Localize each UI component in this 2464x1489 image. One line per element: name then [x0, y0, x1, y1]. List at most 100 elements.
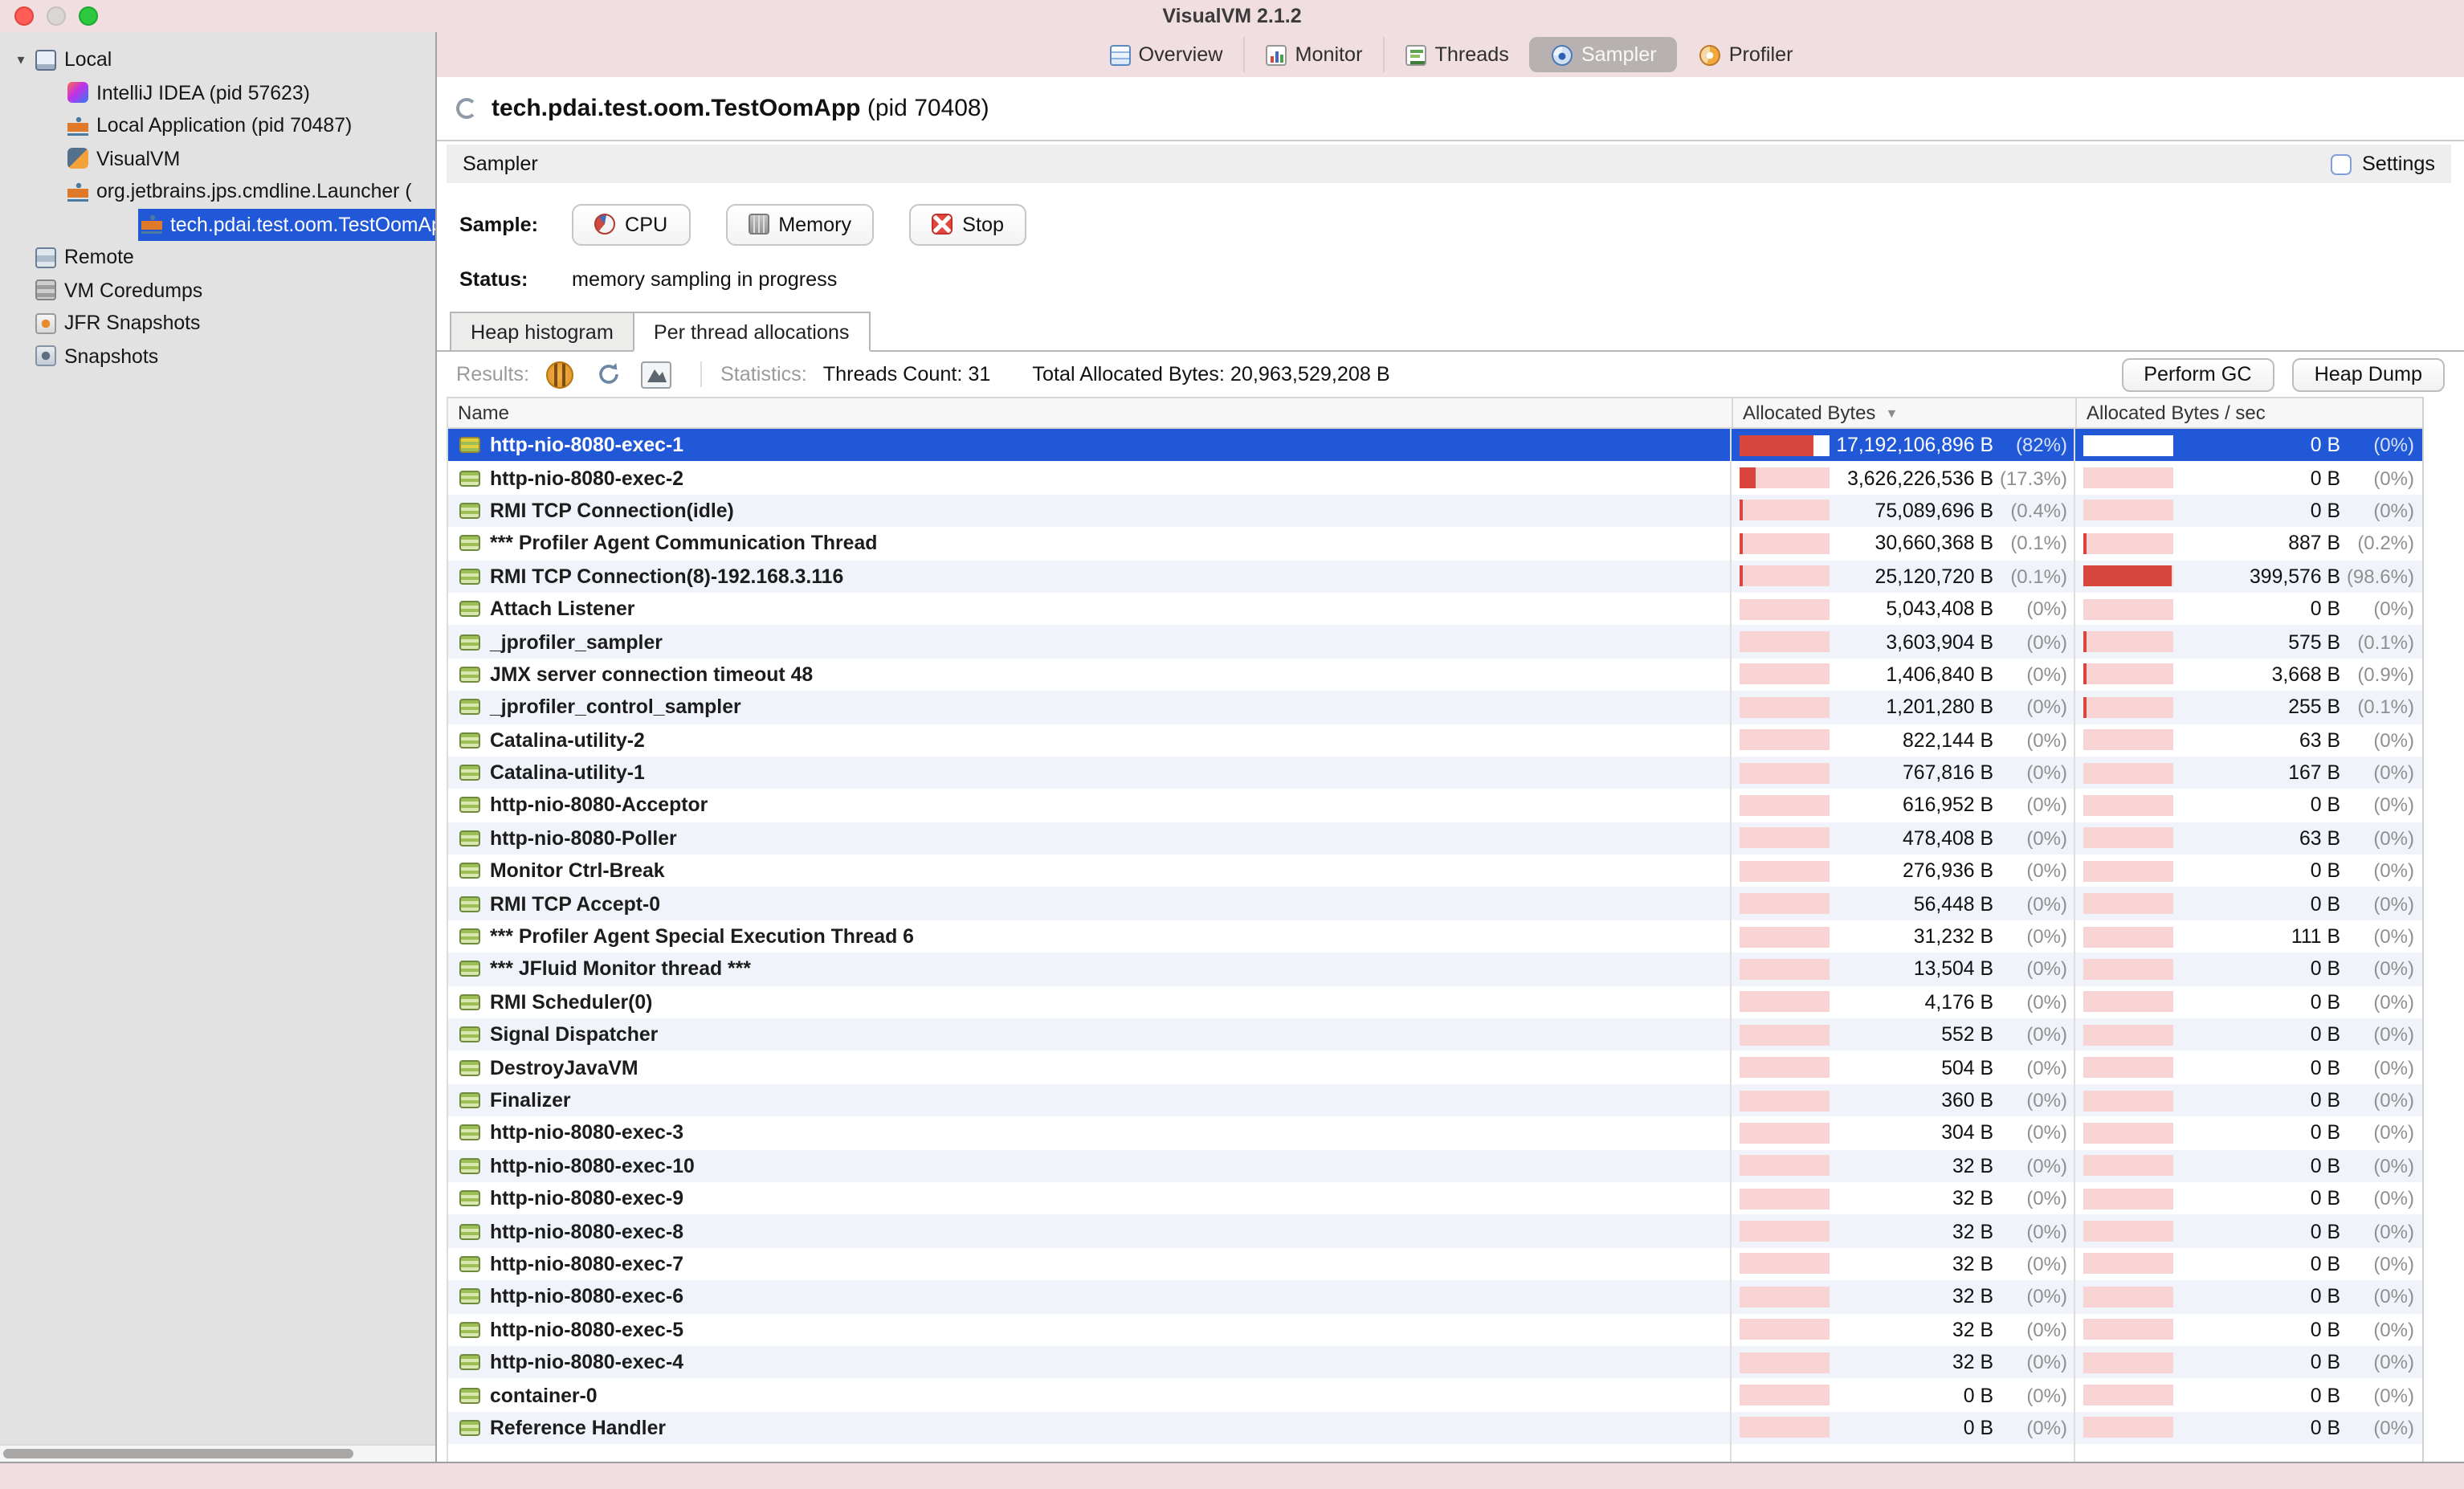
view-tab[interactable]: Monitor	[1243, 37, 1383, 72]
sidebar-item[interactable]: VisualVM	[0, 142, 435, 175]
thread-icon	[459, 1158, 480, 1174]
tree-item-body[interactable]: tech.pdai.test.oom.TestOomApp (pi	[138, 209, 437, 241]
table-header: Name Allocated Bytes ▼ Allocated Bytes /…	[448, 397, 2422, 429]
table-row[interactable]: Attach Listener 5,043,408 B (0%)	[448, 593, 2422, 626]
column-header-name[interactable]: Name	[448, 398, 1732, 427]
sidebar-item[interactable]: org.jetbrains.jps.cmdline.Launcher (	[0, 175, 435, 208]
sidebar-item[interactable]: Local Application (pid 70487)	[0, 109, 435, 142]
table-row[interactable]: Reference Handler 0 B (0%)	[448, 1411, 2422, 1444]
tree-item-body[interactable]: IntelliJ IDEA (pid 57623)	[64, 77, 318, 109]
tree-item-body[interactable]: Snapshots	[32, 341, 166, 373]
table-row[interactable]: *** Profiler Agent Communication Thread …	[448, 527, 2422, 560]
settings-group[interactable]: Settings	[2331, 153, 2435, 175]
heap-dump-button[interactable]: Heap Dump	[2292, 357, 2445, 391]
sidebar-item[interactable]: IntelliJ IDEA (pid 57623)	[0, 76, 435, 109]
allocated-bytes-percent: (0%)	[1993, 1253, 2067, 1275]
sidebar-item[interactable]: VM Coredumps	[0, 274, 435, 307]
thread-name: container-0	[490, 1384, 598, 1406]
table-row[interactable]: *** Profiler Agent Special Execution Thr…	[448, 920, 2422, 953]
table-row[interactable]: Finalizer 360 B (0%)	[448, 1084, 2422, 1117]
allocated-bytes-percent: (0%)	[1993, 860, 2067, 883]
table-row[interactable]: _jprofiler_control_sampler 1,201,280 B (…	[448, 691, 2422, 724]
thread-name-cell: http-nio-8080-exec-10	[448, 1155, 1732, 1177]
table-row[interactable]: http-nio-8080-Poller 478,408 B (0%)	[448, 822, 2422, 855]
view-tab[interactable]: Threads	[1383, 37, 1529, 72]
allocated-bytes-bar	[1740, 533, 1830, 554]
view-tab[interactable]: Profiler	[1678, 37, 1814, 72]
minimize-button[interactable]	[47, 6, 66, 26]
thread-name-cell: _jprofiler_sampler	[448, 630, 1732, 653]
tree-item-body[interactable]: Local	[32, 44, 120, 76]
refresh-results-button[interactable]	[590, 357, 626, 392]
table-row[interactable]: *** JFluid Monitor thread *** 13,504 B (…	[448, 953, 2422, 986]
tree-item-body[interactable]: JFR Snapshots	[32, 308, 208, 340]
table-row[interactable]: http-nio-8080-exec-5 32 B (0%)	[448, 1313, 2422, 1346]
table-row[interactable]: RMI TCP Accept-0 56,448 B (0%)	[448, 887, 2422, 920]
allocated-bytes-cell: 616,952 B (0%)	[1732, 794, 2075, 817]
table-row[interactable]: _jprofiler_sampler 3,603,904 B (0%)	[448, 626, 2422, 659]
sidebar-item[interactable]: Snapshots	[0, 340, 435, 373]
close-button[interactable]	[14, 6, 34, 26]
table-row[interactable]: Catalina-utility-1 767,816 B (0%)	[448, 757, 2422, 789]
perform-gc-button[interactable]: Perform GC	[2121, 357, 2274, 391]
table-row[interactable]: Catalina-utility-2 822,144 B (0%)	[448, 724, 2422, 757]
table-row[interactable]: http-nio-8080-exec-6 32 B (0%)	[448, 1280, 2422, 1313]
allocated-bytes-bar-fill	[1740, 566, 1742, 587]
table-row[interactable]: http-nio-8080-exec-4 32 B (0%)	[448, 1346, 2422, 1379]
zoom-button[interactable]	[79, 6, 98, 26]
thread-name: Catalina-utility-1	[490, 761, 645, 784]
table-row[interactable]: RMI Scheduler(0) 4,176 B (0%)	[448, 985, 2422, 1018]
table-row[interactable]: JMX server connection timeout 48 1,406,8…	[448, 658, 2422, 691]
cpu-sample-button[interactable]: CPU	[572, 203, 690, 245]
table-row[interactable]: http-nio-8080-exec-3 304 B (0%)	[448, 1116, 2422, 1149]
allocated-bytes-bar	[1740, 926, 1830, 947]
view-tab[interactable]: Sampler	[1530, 37, 1678, 72]
tree-expander-icon[interactable]: ▾	[10, 51, 32, 69]
table-row[interactable]: http-nio-8080-exec-7 32 B (0%)	[448, 1248, 2422, 1281]
results-subtab[interactable]: Per thread allocations	[633, 312, 871, 352]
pause-results-button[interactable]	[542, 357, 577, 392]
settings-checkbox[interactable]	[2331, 153, 2352, 174]
allocated-bytes-sec-cell: 0 B (0%)	[2075, 1286, 2422, 1308]
allocated-bytes-sec-percent: (0%)	[2340, 958, 2414, 981]
tree-item-body[interactable]: Local Application (pid 70487)	[64, 110, 360, 142]
sidebar-horizontal-scrollbar[interactable]	[0, 1444, 435, 1462]
table-row[interactable]: http-nio-8080-exec-2 3,626,226,536 B (17…	[448, 462, 2422, 495]
allocated-bytes-sec-percent: (0%)	[2340, 434, 2414, 456]
snapshot-glyph	[647, 366, 666, 382]
allocated-bytes-sec-percent: (0%)	[2340, 1023, 2414, 1046]
tree-item-body[interactable]: VisualVM	[64, 143, 188, 175]
table-row[interactable]: RMI TCP Connection(8)-192.168.3.116 25,1…	[448, 560, 2422, 593]
column-header-allocated-bytes[interactable]: Allocated Bytes ▼	[1732, 398, 2075, 427]
thread-icon	[459, 1354, 480, 1370]
tree-item-body[interactable]: org.jetbrains.jps.cmdline.Launcher (	[64, 176, 420, 208]
snapshot-results-button[interactable]	[638, 357, 674, 392]
table-row[interactable]: Signal Dispatcher 552 B (0%)	[448, 1018, 2422, 1051]
memory-sample-button[interactable]: Memory	[725, 203, 874, 245]
allocated-bytes-sec-bar	[2083, 893, 2173, 914]
sidebar-item[interactable]: ▾ Local	[0, 43, 435, 76]
table-row[interactable]: DestroyJavaVM 504 B (0%)	[448, 1051, 2422, 1084]
table-row[interactable]: Monitor Ctrl-Break 276,936 B (0%)	[448, 855, 2422, 887]
sidebar-item[interactable]: tech.pdai.test.oom.TestOomApp (pi	[0, 208, 435, 241]
view-tab-strip: Overview Monitor Threads	[437, 32, 2464, 77]
allocated-bytes-sec-cell: 0 B (0%)	[2075, 1056, 2422, 1079]
sidebar-item[interactable]: JFR Snapshots	[0, 307, 435, 340]
table-row[interactable]: http-nio-8080-exec-9 32 B (0%)	[448, 1182, 2422, 1215]
results-subtab[interactable]: Heap histogram	[450, 312, 634, 350]
table-row[interactable]: http-nio-8080-exec-8 32 B (0%)	[448, 1215, 2422, 1248]
column-header-allocated-bytes-sec[interactable]: Allocated Bytes / sec	[2075, 398, 2422, 427]
table-row[interactable]: RMI TCP Connection(idle) 75,089,696 B (0…	[448, 495, 2422, 528]
sidebar-item[interactable]: Remote	[0, 241, 435, 274]
table-row[interactable]: http-nio-8080-exec-1 17,192,106,896 B (8…	[448, 429, 2422, 462]
table-row[interactable]: container-0 0 B (0%)	[448, 1379, 2422, 1412]
tree-item-body[interactable]: Remote	[32, 242, 142, 274]
stop-button[interactable]: Stop	[909, 203, 1026, 245]
view-tab[interactable]: Overview	[1087, 37, 1244, 72]
scrollbar-thumb[interactable]	[3, 1449, 353, 1458]
tree-item-body[interactable]: VM Coredumps	[32, 275, 210, 307]
titlebar[interactable]: VisualVM 2.1.2	[0, 0, 2464, 32]
table-row[interactable]: http-nio-8080-exec-10 32 B (0%)	[448, 1149, 2422, 1182]
allocated-bytes-sec-cell: 3,668 B (0.9%)	[2075, 663, 2422, 686]
table-row[interactable]: http-nio-8080-Acceptor 616,952 B (0%)	[448, 789, 2422, 822]
